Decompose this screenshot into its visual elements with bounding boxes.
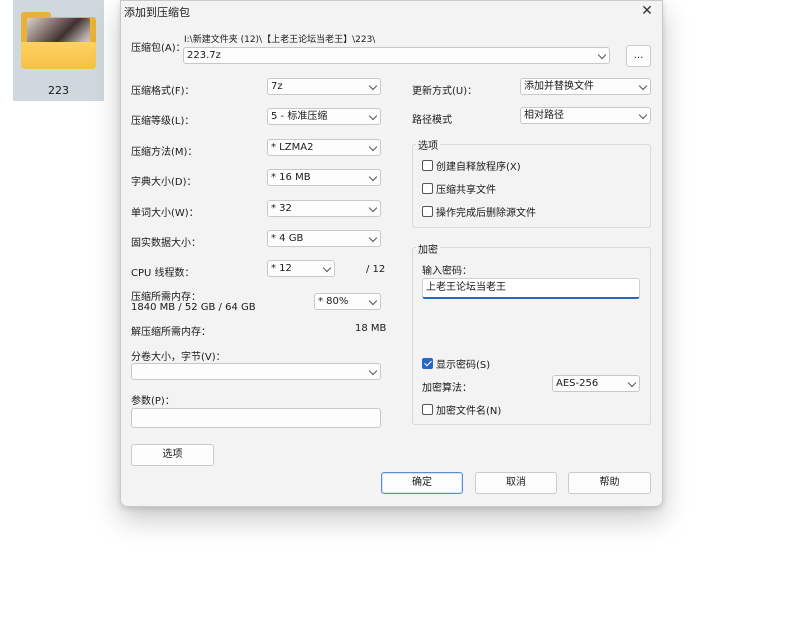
- split-label: 分卷大小，字节(V)：: [131, 352, 226, 363]
- desktop-folder-tile[interactable]: 223: [13, 0, 104, 101]
- shared-files-option[interactable]: 压缩共享文件: [422, 181, 496, 196]
- mem-compress-select[interactable]: * 80%: [314, 293, 381, 310]
- method-select[interactable]: * LZMA2: [267, 139, 381, 156]
- encrypt-names-label: 加密文件名(N): [436, 406, 502, 417]
- sfx-checkbox[interactable]: [422, 160, 433, 171]
- shared-files-checkbox[interactable]: [422, 183, 433, 194]
- threads-value: * 12: [271, 263, 292, 274]
- update-select[interactable]: 添加并替换文件: [520, 78, 651, 95]
- solid-label: 固实数据大小：: [131, 238, 201, 249]
- update-label: 更新方式(U)：: [412, 86, 478, 97]
- sfx-label: 创建自释放程序(X): [436, 162, 521, 173]
- params-label: 参数(P)：: [131, 396, 175, 407]
- chevron-down-icon: [368, 233, 378, 243]
- folder-icon: [21, 12, 96, 70]
- chevron-down-icon: [597, 50, 607, 60]
- dialog-title: 添加到压缩包: [124, 6, 190, 19]
- show-password-label: 显示密码(S): [436, 360, 491, 371]
- mem-compress-detail: 1840 MB / 52 GB / 64 GB: [131, 302, 256, 313]
- pathmode-value: 相对路径: [524, 110, 564, 121]
- threads-select[interactable]: * 12: [267, 260, 335, 277]
- show-password-option[interactable]: 显示密码(S): [422, 356, 490, 371]
- dict-value: * 16 MB: [271, 172, 311, 183]
- threads-label: CPU 线程数：: [131, 268, 195, 279]
- threads-max: / 12: [366, 264, 386, 275]
- mem-decompress-label: 解压缩所需内存：: [131, 327, 211, 338]
- format-select[interactable]: 7z: [267, 78, 381, 95]
- format-value: 7z: [271, 81, 283, 92]
- archive-name-value: 223.7z: [187, 50, 221, 61]
- cancel-button[interactable]: 取消: [475, 472, 557, 494]
- encryption-method-value: AES-256: [556, 378, 599, 389]
- encryption-method-label: 加密算法：: [422, 383, 472, 394]
- delete-source-option[interactable]: 操作完成后删除源文件: [422, 204, 536, 219]
- archive-name-combo[interactable]: 223.7z: [183, 47, 610, 64]
- word-select[interactable]: * 32: [267, 200, 381, 217]
- sfx-option[interactable]: 创建自释放程序(X): [422, 158, 521, 173]
- params-input[interactable]: [131, 408, 381, 428]
- dict-select[interactable]: * 16 MB: [267, 169, 381, 186]
- split-size-combo[interactable]: [131, 363, 381, 380]
- chevron-down-icon: [638, 110, 648, 120]
- mem-compress-label: 压缩所需内存：: [131, 292, 201, 303]
- dict-label: 字典大小(D)：: [131, 177, 197, 188]
- chevron-down-icon: [368, 296, 378, 306]
- show-password-checkbox[interactable]: [422, 358, 433, 369]
- solid-value: * 4 GB: [271, 233, 304, 244]
- folder-name: 223: [48, 84, 69, 97]
- encrypt-names-checkbox[interactable]: [422, 404, 433, 415]
- encryption-group-title: 加密: [416, 241, 440, 256]
- mem-decompress-value: 18 MB: [355, 323, 387, 334]
- method-value: * LZMA2: [271, 142, 314, 153]
- ok-button[interactable]: 确定: [381, 472, 463, 494]
- delete-source-label: 操作完成后删除源文件: [436, 208, 536, 219]
- update-value: 添加并替换文件: [524, 81, 594, 92]
- format-label: 压缩格式(F)：: [131, 86, 195, 97]
- shared-files-label: 压缩共享文件: [436, 185, 496, 196]
- chevron-down-icon: [368, 172, 378, 182]
- chevron-down-icon: [627, 378, 637, 388]
- level-value: 5 - 标准压缩: [271, 111, 328, 122]
- pathmode-select[interactable]: 相对路径: [520, 107, 651, 124]
- options-button[interactable]: 选项: [131, 444, 214, 466]
- browse-button[interactable]: ...: [626, 45, 651, 67]
- archive-path: I:\新建文件夹 (12)\【上老王论坛当老王】\223\: [184, 35, 376, 45]
- options-group-title: 选项: [416, 137, 440, 152]
- close-icon[interactable]: ✕: [638, 2, 656, 20]
- chevron-down-icon: [368, 111, 378, 121]
- chevron-down-icon: [368, 366, 378, 376]
- delete-source-checkbox[interactable]: [422, 206, 433, 217]
- archive-label: 压缩包(A)：: [131, 43, 186, 54]
- word-value: * 32: [271, 203, 292, 214]
- chevron-down-icon: [368, 81, 378, 91]
- chevron-down-icon: [638, 81, 648, 91]
- chevron-down-icon: [368, 142, 378, 152]
- mem-compress-value: * 80%: [318, 296, 349, 307]
- chevron-down-icon: [322, 263, 332, 273]
- password-input[interactable]: 上老王论坛当老王: [422, 278, 640, 299]
- encrypt-names-option[interactable]: 加密文件名(N): [422, 402, 501, 417]
- pathmode-label: 路径模式: [412, 115, 452, 126]
- method-label: 压缩方法(M)：: [131, 147, 198, 158]
- level-label: 压缩等级(L)：: [131, 116, 195, 127]
- solid-select[interactable]: * 4 GB: [267, 230, 381, 247]
- encryption-method-select[interactable]: AES-256: [552, 375, 640, 392]
- word-label: 单词大小(W)：: [131, 208, 199, 219]
- help-button[interactable]: 帮助: [568, 472, 651, 494]
- level-select[interactable]: 5 - 标准压缩: [267, 108, 381, 125]
- chevron-down-icon: [368, 203, 378, 213]
- add-to-archive-dialog: 添加到压缩包 ✕ 压缩包(A)： I:\新建文件夹 (12)\【上老王论坛当老王…: [120, 0, 663, 507]
- password-label: 输入密码：: [422, 266, 472, 277]
